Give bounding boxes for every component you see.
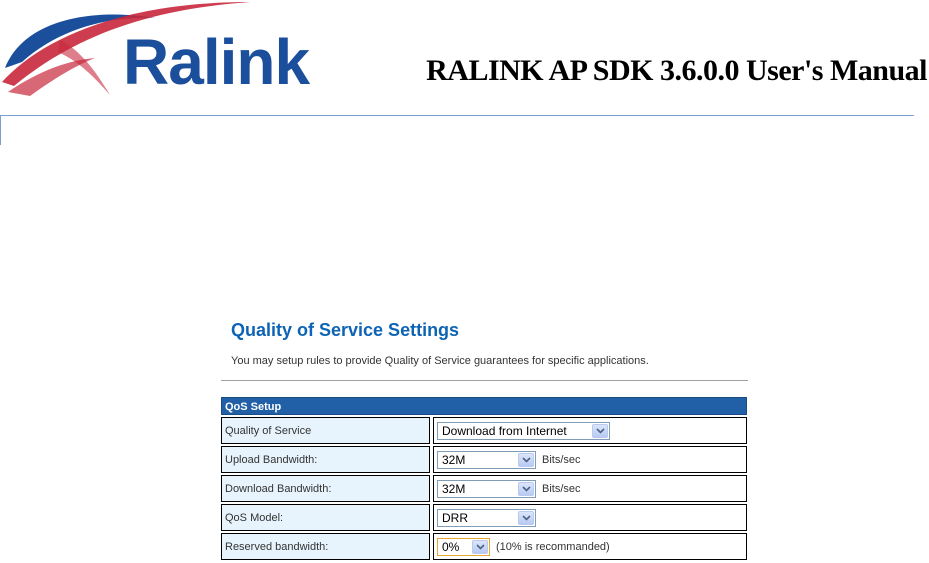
table-row: Reserved bandwidth: 0% (10% is recommand… [221, 533, 747, 560]
upload-bandwidth-cell: 32M Bits/sec [433, 446, 747, 473]
download-bandwidth-label: Download Bandwidth: [221, 475, 430, 502]
download-bandwidth-value: 32M [442, 481, 466, 496]
table-row: Upload Bandwidth: 32M Bits/sec [221, 446, 747, 473]
reserved-bandwidth-select[interactable]: 0% [437, 537, 490, 556]
download-bandwidth-unit: Bits/sec [542, 482, 581, 495]
reserved-bandwidth-hint: (10% is recommanded) [496, 540, 610, 553]
qos-model-cell: DRR [433, 504, 747, 531]
section-divider [221, 380, 748, 381]
chevron-down-icon[interactable] [518, 481, 534, 496]
table-row: Download Bandwidth: 32M Bits/sec [221, 475, 747, 502]
table-row: Quality of Service Download from Interne… [221, 417, 747, 444]
header-divider [0, 115, 914, 116]
quality-of-service-value: Download from Internet [442, 423, 567, 438]
logo-wordmark: Ralink [123, 26, 310, 98]
quality-of-service-label: Quality of Service [221, 417, 430, 444]
chevron-down-icon[interactable] [472, 539, 488, 554]
upload-bandwidth-select[interactable]: 32M [437, 450, 536, 469]
chevron-down-icon[interactable] [518, 510, 534, 525]
reserved-bandwidth-label: Reserved bandwidth: [221, 533, 430, 560]
qos-model-select[interactable]: DRR [437, 508, 536, 527]
qos-model-label: QoS Model: [221, 504, 430, 531]
upload-bandwidth-value: 32M [442, 452, 466, 467]
quality-of-service-select[interactable]: Download from Internet [437, 421, 610, 440]
chevron-down-icon[interactable] [592, 423, 608, 438]
upload-bandwidth-unit: Bits/sec [542, 453, 581, 466]
qos-setup-table: QoS Setup Quality of Service Download fr… [221, 397, 747, 560]
page-title: Quality of Service Settings [231, 320, 460, 340]
upload-bandwidth-label: Upload Bandwidth: [221, 446, 430, 473]
page-description: You may setup rules to provide Quality o… [231, 355, 649, 367]
table-row: QoS Model: DRR [221, 504, 747, 531]
download-bandwidth-cell: 32M Bits/sec [433, 475, 747, 502]
reserved-bandwidth-cell: 0% (10% is recommanded) [433, 533, 747, 560]
manual-title: RALINK AP SDK 3.6.0.0 User's Manual [426, 54, 927, 87]
qos-setup-header: QoS Setup [221, 397, 747, 415]
header-divider-tick [0, 115, 1, 145]
chevron-down-icon[interactable] [518, 452, 534, 467]
quality-of-service-cell: Download from Internet [433, 417, 747, 444]
reserved-bandwidth-value: 0% [442, 539, 460, 554]
download-bandwidth-select[interactable]: 32M [437, 479, 536, 498]
qos-model-value: DRR [442, 510, 468, 525]
